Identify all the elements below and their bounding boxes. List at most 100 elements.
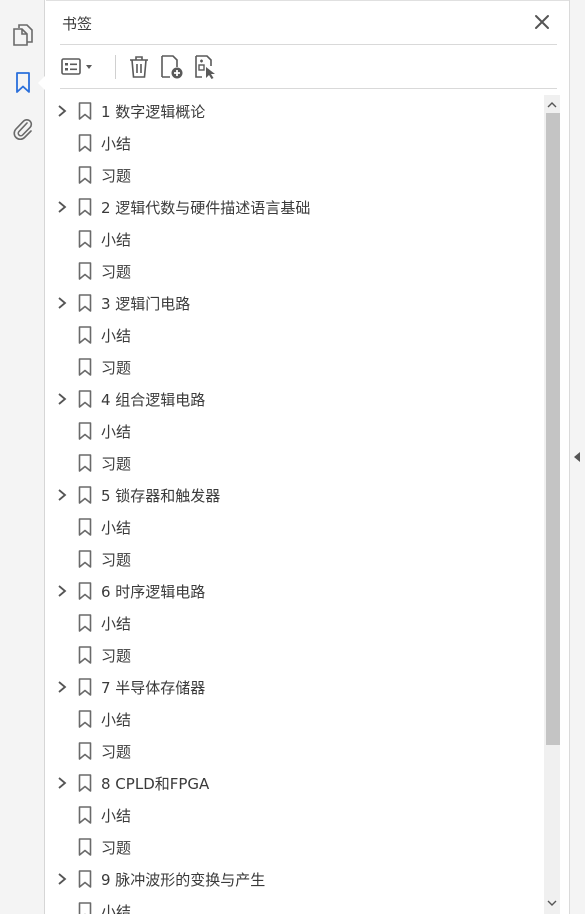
- bookmark-item[interactable]: 习题: [46, 447, 544, 479]
- bookmark-icon: [78, 102, 92, 120]
- bookmark-item[interactable]: 小结: [46, 895, 544, 914]
- bookmark-item[interactable]: 小结: [46, 511, 544, 543]
- bookmark-label: 习题: [101, 359, 132, 377]
- bookmark-item[interactable]: 小结: [46, 703, 544, 735]
- bookmark-item-expandable[interactable]: 6 时序逻辑电路: [46, 575, 544, 607]
- bookmark-item[interactable]: 小结: [46, 607, 544, 639]
- scrollbar[interactable]: [544, 95, 560, 914]
- bookmark-label: 习题: [101, 647, 132, 665]
- bookmark-icon: [78, 870, 92, 888]
- bookmark-label: 习题: [101, 743, 132, 761]
- bookmark-icon: [78, 358, 92, 376]
- bookmark-icon: [78, 646, 92, 664]
- bookmark-label: 小结: [101, 711, 132, 729]
- close-icon[interactable]: [533, 13, 551, 31]
- bookmark-item-expandable[interactable]: 3 逻辑门电路: [46, 287, 544, 319]
- pages-icon[interactable]: [8, 20, 38, 50]
- panel-header: 书签: [60, 1, 557, 45]
- bookmark-icon: [78, 422, 92, 440]
- bookmark-icon: [78, 774, 92, 792]
- bookmark-item-expandable[interactable]: 4 组合逻辑电路: [46, 383, 544, 415]
- scrollbar-thumb[interactable]: [546, 113, 560, 745]
- bookmark-icon: [78, 134, 92, 152]
- new-bookmark-icon[interactable]: [158, 54, 186, 80]
- bookmark-label: 3 逻辑门电路: [101, 295, 191, 313]
- collapse-arrow-icon[interactable]: [574, 452, 580, 462]
- bookmark-icon: [78, 294, 92, 312]
- bookmark-item-expandable[interactable]: 2 逻辑代数与硬件描述语言基础: [46, 191, 544, 223]
- bookmark-label: 习题: [101, 167, 132, 185]
- chevron-right-icon[interactable]: [56, 871, 68, 887]
- bookmark-label: 7 半导体存储器: [101, 679, 206, 697]
- bookmark-label: 1 数字逻辑概论: [101, 103, 206, 121]
- bookmark-label: 9 脉冲波形的变换与产生: [101, 871, 266, 889]
- options-menu-icon: [61, 58, 92, 75]
- bookmark-icon: [78, 742, 92, 760]
- bookmark-item-expandable[interactable]: 5 锁存器和触发器: [46, 479, 544, 511]
- bookmark-icon: [78, 902, 92, 914]
- bookmark-label: 4 组合逻辑电路: [101, 391, 206, 409]
- bookmark-item[interactable]: 小结: [46, 415, 544, 447]
- bookmark-item[interactable]: 习题: [46, 831, 544, 863]
- bookmark-label: 6 时序逻辑电路: [101, 583, 206, 601]
- bookmark-icon: [78, 550, 92, 568]
- bookmark-item-expandable[interactable]: 1 数字逻辑概论: [46, 95, 544, 127]
- delete-icon[interactable]: [126, 54, 152, 80]
- scroll-down-arrow-icon[interactable]: [544, 895, 560, 911]
- chevron-right-icon[interactable]: [56, 583, 68, 599]
- bookmark-item[interactable]: 小结: [46, 127, 544, 159]
- bookmark-icon: [78, 198, 92, 216]
- chevron-right-icon[interactable]: [56, 295, 68, 311]
- bookmark-label: 习题: [101, 263, 132, 281]
- bookmark-icon: [78, 614, 92, 632]
- bookmark-icon: [78, 806, 92, 824]
- bookmark-item[interactable]: 习题: [46, 159, 544, 191]
- bookmark-item[interactable]: 小结: [46, 799, 544, 831]
- bookmark-item[interactable]: 小结: [46, 223, 544, 255]
- bookmark-label: 5 锁存器和触发器: [101, 487, 221, 505]
- bookmark-label: 小结: [101, 423, 132, 441]
- toolbar-separator: [115, 55, 116, 79]
- bookmark-icon: [78, 518, 92, 536]
- bookmark-item-expandable[interactable]: 9 脉冲波形的变换与产生: [46, 863, 544, 895]
- panel-splitter[interactable]: [569, 0, 585, 914]
- new-bookmark-from-structure-icon[interactable]: [192, 54, 220, 80]
- panel-title: 书签: [62, 15, 93, 33]
- bookmark-icon: [78, 710, 92, 728]
- bookmark-item[interactable]: 小结: [46, 319, 544, 351]
- bookmark-icon: [78, 166, 92, 184]
- bookmark-icon: [78, 486, 92, 504]
- bookmark-item[interactable]: 习题: [46, 639, 544, 671]
- bookmark-item-expandable[interactable]: 7 半导体存储器: [46, 671, 544, 703]
- chevron-right-icon[interactable]: [56, 679, 68, 695]
- bookmark-item[interactable]: 习题: [46, 351, 544, 383]
- bookmark-icon: [78, 262, 92, 280]
- bookmark-label: 小结: [101, 903, 132, 914]
- bookmarks-panel: 书签 1 数字逻辑概论 小结 习题 2 逻辑代数与硬件描述语言基础 小结 习题 …: [46, 0, 569, 914]
- bookmark-icon: [78, 390, 92, 408]
- chevron-right-icon[interactable]: [56, 199, 68, 215]
- bookmark-label: 小结: [101, 615, 132, 633]
- chevron-right-icon[interactable]: [56, 103, 68, 119]
- bookmark-item[interactable]: 习题: [46, 543, 544, 575]
- bookmark-item[interactable]: 习题: [46, 735, 544, 767]
- bookmark-icon: [78, 454, 92, 472]
- scroll-up-arrow-icon[interactable]: [544, 97, 560, 113]
- bookmark-label: 习题: [101, 839, 132, 857]
- navigation-rail: [0, 0, 46, 914]
- paperclip-icon[interactable]: [8, 114, 38, 144]
- bookmark-label: 小结: [101, 519, 132, 537]
- bookmark-icon: [78, 838, 92, 856]
- bookmark-panel-icon[interactable]: [8, 68, 38, 98]
- bookmark-icon: [78, 582, 92, 600]
- chevron-right-icon[interactable]: [56, 775, 68, 791]
- bookmark-item[interactable]: 习题: [46, 255, 544, 287]
- options-menu-button[interactable]: [60, 54, 98, 80]
- chevron-right-icon[interactable]: [56, 487, 68, 503]
- bookmark-label: 2 逻辑代数与硬件描述语言基础: [101, 199, 311, 217]
- bookmark-icon: [78, 326, 92, 344]
- bookmark-item-expandable[interactable]: 8 CPLD和FPGA: [46, 767, 544, 799]
- chevron-right-icon[interactable]: [56, 391, 68, 407]
- bookmark-list: 1 数字逻辑概论 小结 习题 2 逻辑代数与硬件描述语言基础 小结 习题 3 逻辑门电路 小结…: [46, 95, 544, 914]
- bookmark-label: 小结: [101, 327, 132, 345]
